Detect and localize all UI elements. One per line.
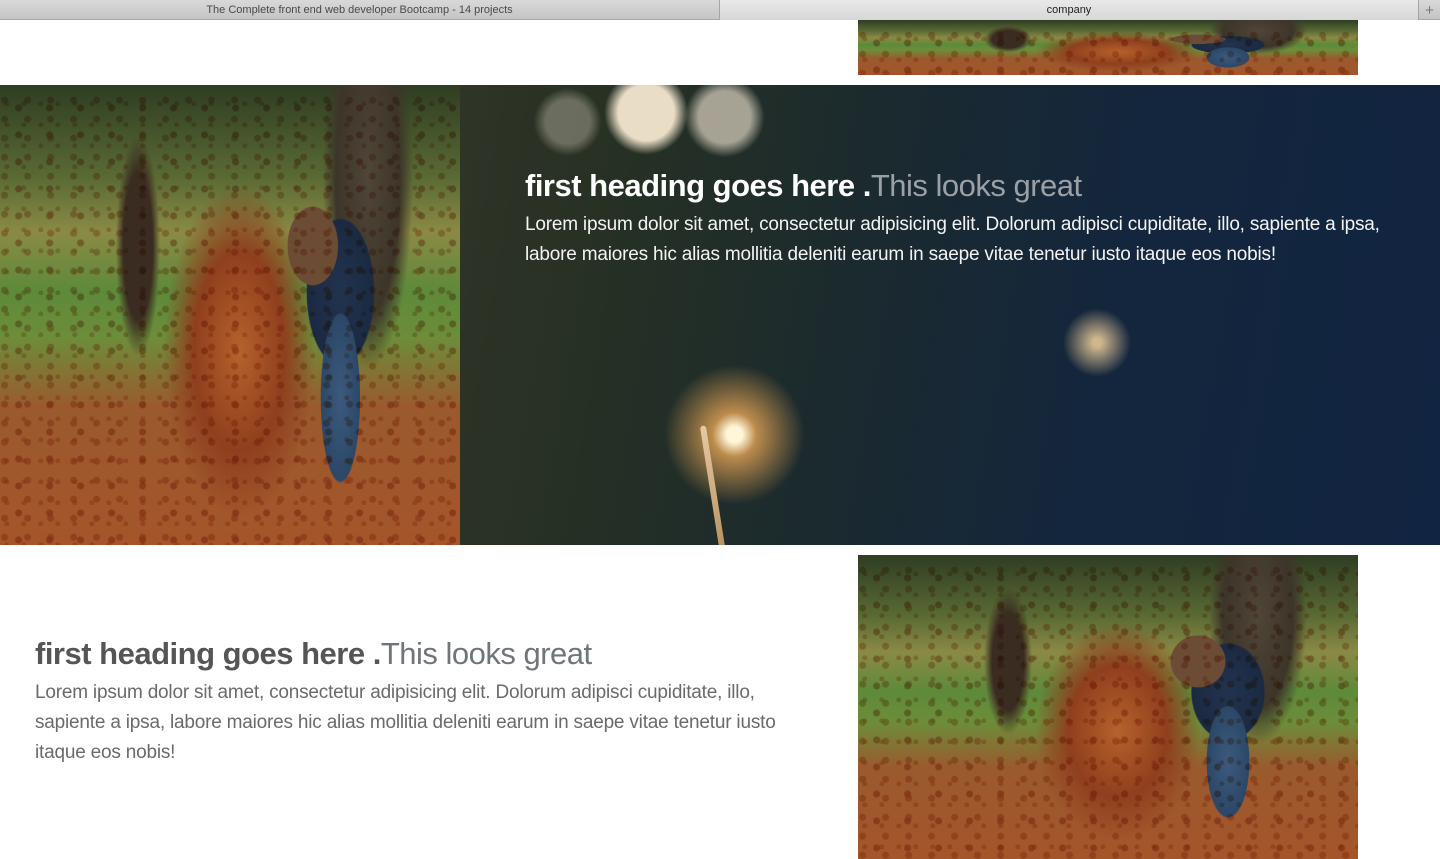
sparkler-feature-panel: first heading goes here .This looks grea… [460, 85, 1440, 545]
sparkler-decoration [699, 425, 727, 545]
content-heading-main: first heading goes here . [35, 636, 381, 671]
content-section: first heading goes here .This looks grea… [0, 555, 1440, 859]
feature-heading-main: first heading goes here . [525, 168, 871, 203]
browser-tab-company[interactable]: company [720, 0, 1418, 20]
feature-paragraph: Lorem ipsum dolor sit amet, consectetur … [525, 214, 1380, 266]
content-text-block: first heading goes here .This looks grea… [35, 635, 795, 768]
feature-text-block: first heading goes here .This looks grea… [525, 167, 1405, 270]
top-section-photo [858, 20, 1358, 75]
browser-tab-bootcamp[interactable]: The Complete front end web developer Boo… [0, 0, 720, 20]
content-heading-accent: This looks great [380, 636, 592, 671]
new-tab-button[interactable]: + [1418, 0, 1440, 20]
autumn-leaves-photo [0, 85, 460, 545]
content-photo [858, 555, 1358, 859]
content-paragraph: Lorem ipsum dolor sit amet, consectetur … [35, 682, 776, 764]
feature-heading: first heading goes here .This looks grea… [525, 167, 1405, 204]
feature-band: first heading goes here .This looks grea… [0, 85, 1440, 545]
content-heading: first heading goes here .This looks grea… [35, 635, 795, 672]
feature-heading-accent: This looks great [870, 168, 1082, 203]
browser-tab-bar: The Complete front end web developer Boo… [0, 0, 1440, 20]
